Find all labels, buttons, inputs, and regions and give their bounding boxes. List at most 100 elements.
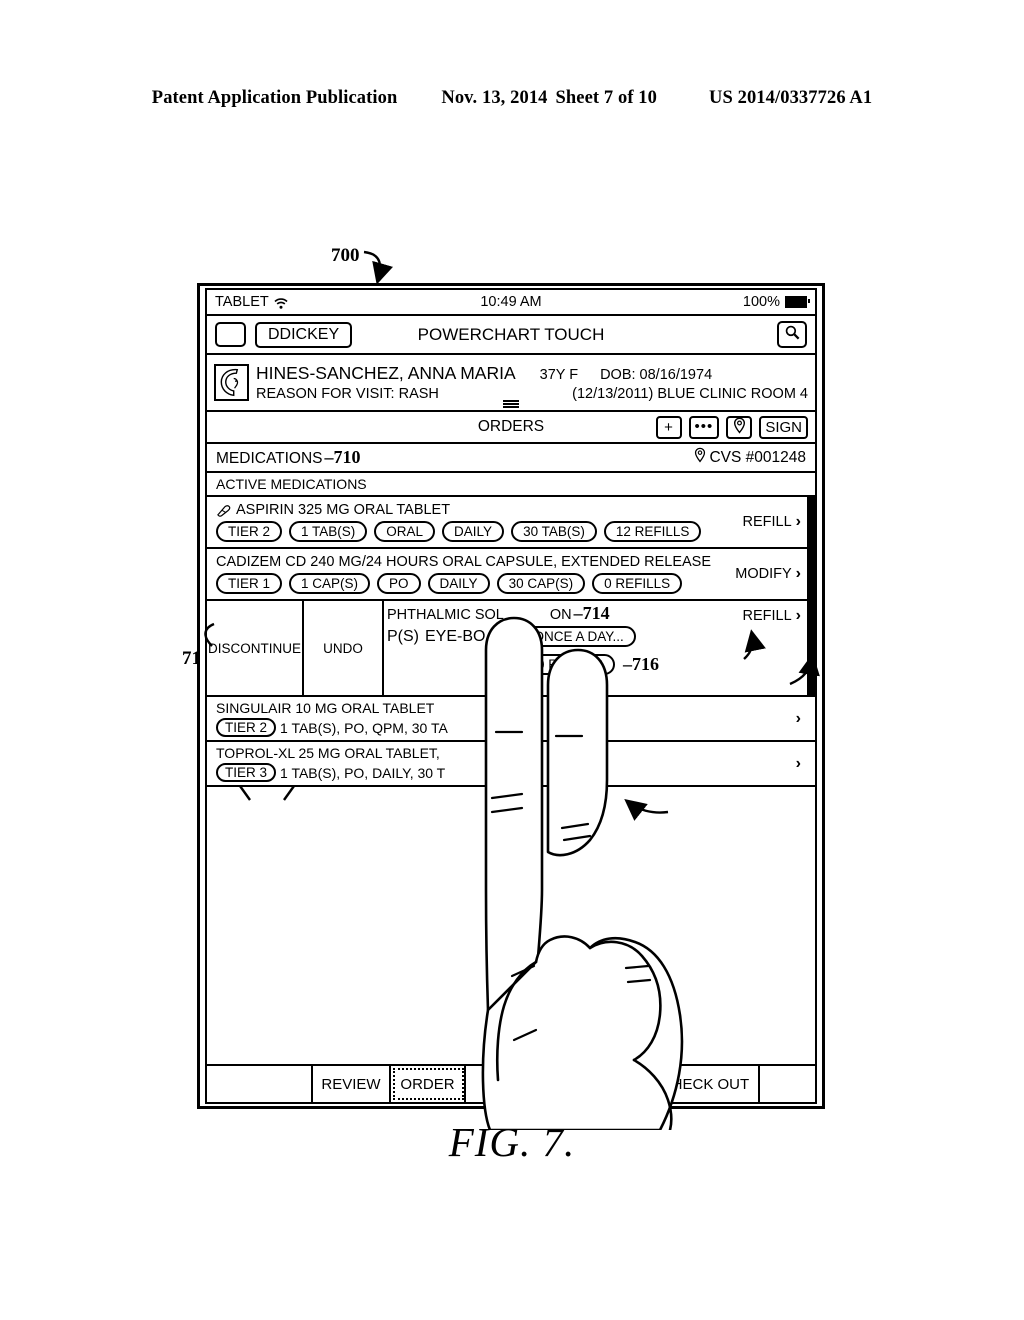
chevron-right-icon: › — [795, 709, 801, 727]
tab-doc[interactable]: DOC — [466, 1066, 550, 1102]
sign-button[interactable]: SIGN — [759, 415, 808, 439]
medication-name-row: PHTHALMIC SOL ON –714 — [387, 603, 733, 624]
medication-info: TOPROL-XL 25 MG ORAL TABLET, LEASE TIER … — [216, 745, 786, 782]
medication-info: ASPIRIN 325 MG ORAL TABLET TIER 2 1 TAB(… — [216, 502, 733, 542]
medication-expand-action[interactable]: › — [786, 755, 815, 773]
more-options-button[interactable]: ••• — [688, 415, 720, 439]
patient-line-2: REASON FOR VISIT: RASH (12/13/2011) BLUE… — [256, 386, 808, 402]
chevron-right-icon: › — [795, 565, 801, 582]
figure-caption: FIG. 7. — [448, 1119, 576, 1165]
chip-tier[interactable]: TIER 1 — [216, 573, 283, 594]
medication-action-refill[interactable]: REFILL › — [733, 601, 816, 695]
app-title: POWERCHART TOUCH — [417, 324, 605, 344]
medication-name: ASPIRIN 325 MG ORAL TABLET — [236, 502, 451, 518]
medication-detail-line: TIER 2 1 TAB(S), PO, QPM, 30 TA S — [216, 718, 786, 737]
tablet-device-frame: TABLET 10:49 AM 100% DDICKEY POWERCHART … — [197, 283, 825, 1109]
chip-frequency[interactable]: ONCE A DAY... — [521, 626, 636, 647]
chip-dose[interactable]: 1 CAP(S) — [289, 573, 371, 594]
medication-list: ASPIRIN 325 MG ORAL TABLET TIER 2 1 TAB(… — [207, 497, 815, 787]
chip-refills[interactable]: 12 REFILLS — [603, 521, 702, 542]
medications-header: MEDICATIONS –710 CVS #001248 — [207, 444, 815, 473]
chevron-right-icon: › — [795, 513, 801, 530]
action-label: REFILL — [742, 608, 792, 624]
add-order-button[interactable]: + — [655, 415, 682, 439]
patient-line-1: HINES-SANCHEZ, ANNA MARIA 37Y F DOB: 08/… — [256, 363, 808, 384]
section-label: ACTIVE MEDICATIONS — [216, 476, 367, 492]
medication-row-aspirin[interactable]: ASPIRIN 325 MG ORAL TABLET TIER 2 1 TAB(… — [207, 497, 815, 549]
chip-quantity[interactable]: 30 TAB(S) — [511, 521, 597, 542]
chip-tier[interactable]: TIER 2 — [216, 521, 283, 542]
bottom-tab-bar: REVIEW ORDER DOC CHECK OUT — [207, 1066, 815, 1102]
tab-check-out[interactable]: CHECK OUT — [652, 1066, 760, 1102]
action-label: MODIFY — [735, 566, 792, 582]
chip-refills[interactable]: 0 REFILLS — [525, 654, 616, 675]
map-pin-icon — [733, 417, 746, 438]
callout-716: –716 — [623, 654, 660, 674]
patient-avatar-icon — [214, 364, 249, 401]
content-empty-area — [207, 787, 815, 1066]
patient-age-sex: 37Y F — [539, 367, 579, 383]
medication-name-fragment-right: ON — [549, 607, 572, 623]
undo-button[interactable]: UNDO — [304, 601, 384, 695]
tab-review[interactable]: REVIEW — [313, 1066, 391, 1102]
medication-detail-line: TIER 3 1 TAB(S), PO, DAILY, 30 T — [216, 763, 786, 782]
patient-name: HINES-SANCHEZ, ANNA MARIA — [256, 363, 516, 383]
tab-order[interactable]: ORDER — [391, 1066, 466, 1102]
search-icon — [784, 324, 801, 346]
medication-name-row: CADIZEM CD 240 MG/24 HOURS ORAL CAPSULE,… — [216, 554, 725, 570]
pharmacy-info[interactable]: CVS #001248 — [694, 447, 806, 468]
active-medications-header: ACTIVE MEDICATIONS — [207, 473, 815, 497]
chip-route-fragment[interactable]: EYE-BO — [425, 628, 485, 646]
chip-dose[interactable]: 1 TAB(S) — [289, 521, 368, 542]
medication-chip-group: TIER 2 1 TAB(S) ORAL DAILY 30 TAB(S) 12 … — [216, 521, 733, 542]
medication-name: CADIZEM CD 240 MG/24 HOURS ORAL CAPSULE,… — [216, 554, 712, 570]
callout-714: –714 — [573, 603, 610, 623]
vertical-scrollbar[interactable] — [807, 497, 815, 697]
medication-name-fragment-left: PHTHALMIC SOL — [387, 607, 504, 623]
app-navigation-bar: DDICKEY POWERCHART TOUCH — [207, 316, 815, 355]
swiped-chip-group-2: 0 REFILLS –716 — [387, 654, 733, 675]
patient-dob: DOB: 08/16/1974 — [600, 367, 713, 383]
chip-frequency[interactable]: DAILY — [442, 521, 505, 542]
sheet-number: Sheet 7 of 10 — [555, 88, 658, 108]
discontinue-button[interactable]: DISCONTINUE — [207, 601, 304, 695]
medication-name: SINGULAIR 10 MG ORAL TABLET — [216, 700, 435, 716]
visit-reason: REASON FOR VISIT: RASH — [256, 386, 439, 402]
medication-name-row: SINGULAIR 10 MG ORAL TABLET — [216, 700, 786, 716]
pharmacy-location-button[interactable] — [726, 415, 753, 439]
medication-row-cadizem[interactable]: CADIZEM CD 240 MG/24 HOURS ORAL CAPSULE,… — [207, 549, 815, 601]
chip-tier[interactable]: TIER 2 — [216, 718, 277, 737]
medication-row-swiped[interactable]: DISCONTINUE UNDO PHTHALMIC SOL ON –714 P… — [207, 601, 815, 697]
medication-name-row: ASPIRIN 325 MG ORAL TABLET — [216, 502, 733, 518]
patient-banner[interactable]: HINES-SANCHEZ, ANNA MARIA 37Y F DOB: 08/… — [207, 355, 815, 412]
medication-row-toprol[interactable]: TOPROL-XL 25 MG ORAL TABLET, LEASE TIER … — [207, 742, 815, 785]
medication-row-singulair[interactable]: SINGULAIR 10 MG ORAL TABLET TIER 2 1 TAB… — [207, 697, 815, 742]
chip-refills[interactable]: 0 REFILLS — [592, 573, 683, 594]
chip-tier[interactable]: TIER 3 — [216, 763, 277, 782]
patient-details: HINES-SANCHEZ, ANNA MARIA 37Y F DOB: 08/… — [256, 363, 808, 402]
publication-date: Nov. 13, 2014 — [441, 88, 548, 108]
publication-label: Patent Application Publication — [151, 88, 398, 108]
callout-700: 700 — [331, 245, 360, 266]
tab-spacer-left — [207, 1066, 313, 1102]
chip-quantity[interactable]: 30 CAP(S) — [496, 573, 586, 594]
pill-icon — [216, 504, 231, 517]
medication-action-modify[interactable]: MODIFY › — [725, 565, 815, 583]
battery-percent: 100% — [742, 294, 780, 310]
medication-chip-group: TIER 1 1 CAP(S) PO DAILY 30 CAP(S) 0 REF… — [216, 573, 725, 594]
ellipsis-icon: ••• — [694, 418, 714, 435]
medication-expand-action[interactable]: › — [786, 710, 815, 728]
chip-dose-fragment[interactable]: P(S) — [387, 628, 419, 646]
drag-handle-icon[interactable] — [503, 400, 519, 408]
chip-frequency[interactable]: DAILY — [427, 573, 490, 594]
chip-route[interactable]: PO — [377, 573, 421, 594]
tab-spacer-right — [760, 1066, 815, 1102]
status-bar: TABLET 10:49 AM 100% — [207, 290, 815, 316]
swiped-medication-content: PHTHALMIC SOL ON –714 P(S) EYE-BO ONCE A… — [384, 601, 733, 695]
orders-actions-group: + ••• SIGN — [655, 415, 808, 439]
clock: 10:49 AM — [480, 294, 542, 310]
search-button[interactable] — [777, 321, 807, 348]
medication-name-right: LEASE — [561, 745, 607, 761]
medication-action-refill[interactable]: REFILL › — [733, 513, 816, 531]
chip-route[interactable]: ORAL — [374, 521, 436, 542]
